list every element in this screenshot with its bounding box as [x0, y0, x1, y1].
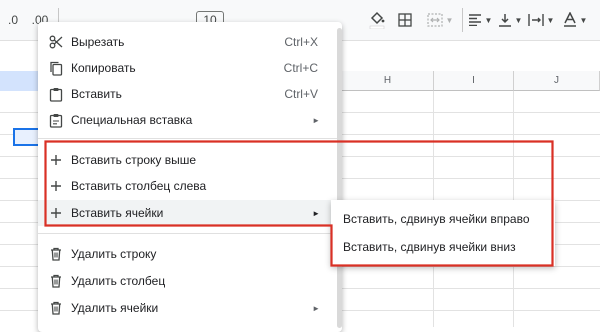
row-header-highlight: [0, 71, 38, 91]
text-wrapping-button[interactable]: ▼: [526, 11, 556, 29]
merge-icon: [426, 13, 443, 27]
menu-item-cut[interactable]: Вырезать Ctrl+X: [38, 29, 342, 55]
chevron-down-icon: ▼: [579, 15, 588, 25]
trash-icon: [48, 273, 64, 289]
text-wrap-icon: [527, 14, 544, 26]
chevron-right-icon: ►: [312, 115, 320, 125]
column-header-i[interactable]: I: [434, 71, 514, 91]
insert-cells-submenu: Вставить, сдвинув ячейки вправо Вставить…: [331, 200, 555, 266]
menu-item-label: Вырезать: [71, 35, 125, 49]
context-menu: Вырезать Ctrl+X Копировать Ctrl+C Встави…: [38, 22, 342, 332]
scissors-icon: [48, 34, 64, 50]
fill-color-icon: [369, 11, 385, 29]
menu-item-label: Вставить: [71, 87, 122, 101]
plus-icon: [48, 178, 64, 194]
plus-icon: [48, 152, 64, 168]
submenu-item-label: Вставить, сдвинув ячейки вправо: [343, 212, 530, 226]
menu-item-delete-column[interactable]: Удалить столбец: [38, 268, 342, 294]
menu-item-paste[interactable]: Вставить Ctrl+V: [38, 81, 342, 107]
shortcut-label: Ctrl+V: [284, 87, 318, 101]
selected-cell[interactable]: [13, 128, 41, 146]
menu-item-delete-row[interactable]: Удалить строку: [38, 241, 342, 267]
vertical-align-button[interactable]: ▼: [496, 11, 524, 29]
chevron-right-icon: ►: [312, 208, 320, 218]
column-j-label: J: [554, 75, 559, 86]
decrease-decimal-button[interactable]: .0: [2, 11, 24, 29]
menu-item-copy[interactable]: Копировать Ctrl+C: [38, 55, 342, 81]
menu-item-label: Копировать: [71, 61, 136, 75]
paste-icon: [48, 86, 64, 102]
horizontal-align-button[interactable]: ▼: [466, 11, 494, 29]
menu-item-delete-cells[interactable]: Удалить ячейки ►: [38, 295, 342, 321]
chevron-down-icon: ▼: [484, 15, 493, 25]
text-rotation-icon: [563, 12, 576, 27]
submenu-item-shift-right[interactable]: Вставить, сдвинув ячейки вправо: [331, 206, 555, 232]
vertical-align-bottom-icon: [498, 14, 511, 27]
chevron-down-icon: ▼: [445, 15, 454, 25]
shortcut-label: Ctrl+C: [283, 61, 318, 75]
menu-item-label: Удалить строку: [71, 247, 157, 261]
toolbar-divider: [462, 8, 463, 32]
menu-scrollbar[interactable]: [337, 28, 342, 328]
menu-item-label: Вставить строку выше: [71, 153, 197, 167]
chevron-down-icon: ▼: [514, 15, 523, 25]
column-header-h[interactable]: H: [342, 71, 434, 91]
column-i-label: I: [472, 75, 475, 86]
paste-special-icon: [48, 112, 64, 128]
menu-item-label: Вставить ячейки: [71, 206, 164, 220]
text-rotation-button[interactable]: ▼: [560, 11, 590, 29]
copy-icon: [48, 60, 64, 76]
trash-icon: [48, 246, 64, 262]
menu-divider: [38, 233, 342, 234]
menu-item-insert-row-above[interactable]: Вставить строку выше: [38, 147, 342, 173]
menu-item-paste-special[interactable]: Специальная вставка ►: [38, 107, 342, 133]
align-icon: [468, 14, 481, 26]
borders-icon: [398, 13, 412, 27]
submenu-item-shift-down[interactable]: Вставить, сдвинув ячейки вниз: [331, 234, 555, 260]
submenu-item-label: Вставить, сдвинув ячейки вниз: [343, 240, 516, 254]
menu-divider: [38, 138, 342, 139]
merge-cells-button[interactable]: ▼: [423, 11, 457, 29]
menu-item-label: Вставить столбец слева: [71, 179, 207, 193]
menu-item-label: Удалить ячейки: [71, 301, 159, 315]
menu-item-insert-cells[interactable]: Вставить ячейки ►: [38, 200, 342, 226]
fill-color-button[interactable]: [366, 11, 388, 29]
menu-item-insert-column-left[interactable]: Вставить столбец слева: [38, 173, 342, 199]
decrease-decimal-label: .0: [7, 13, 18, 27]
chevron-right-icon: ►: [312, 303, 320, 313]
menu-item-label: Специальная вставка: [71, 113, 193, 127]
column-h-label: H: [383, 75, 392, 86]
plus-icon: [48, 205, 64, 221]
shortcut-label: Ctrl+X: [284, 35, 318, 49]
borders-button[interactable]: [395, 11, 415, 29]
trash-icon: [48, 300, 64, 316]
menu-item-label: Удалить столбец: [71, 274, 166, 288]
column-header-j[interactable]: J: [514, 71, 600, 91]
chevron-down-icon: ▼: [546, 15, 555, 25]
